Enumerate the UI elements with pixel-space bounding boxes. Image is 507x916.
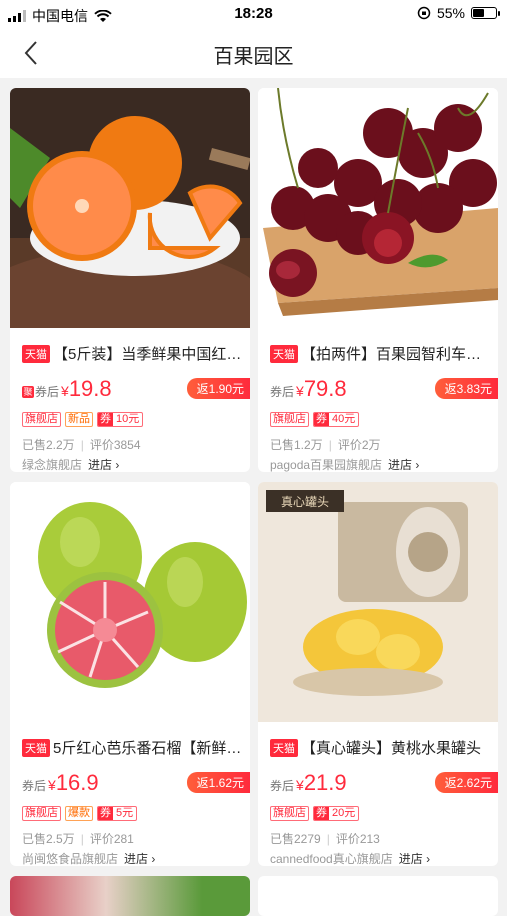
page-title: 百果园区: [213, 46, 294, 68]
brand-logo-text: 真心罐头: [281, 495, 329, 509]
rebate-badge: 返3.83元: [434, 378, 498, 399]
tmall-badge: 天猫: [270, 344, 298, 363]
sales-stats: 已售1.2万 | 评价2万: [270, 438, 381, 452]
tag-hot: 爆款: [65, 806, 93, 821]
tag-flagship: 旗舰店: [270, 412, 309, 427]
product-card[interactable]: 真心罐头 天猫 【真心罐头】黄桃水果罐头 券后 ¥21.9 返2.62元 旗舰店 券…: [258, 482, 498, 866]
product-card[interactable]: 天猫5斤红心芭乐番石榴【新鲜水果】 券后¥16.9 返1.62元 旗舰店 爆款 …: [10, 482, 250, 866]
rotation-lock-icon: [417, 6, 431, 20]
shop-name: cannedfood真心旗舰店: [270, 852, 393, 866]
product-image-partial[interactable]: [10, 876, 250, 916]
battery-percent: 55%: [436, 5, 465, 21]
product-name[interactable]: 天猫 【真心罐头】黄桃水果罐头: [270, 737, 490, 758]
product-image-cherries[interactable]: [258, 88, 498, 328]
product-image-peach-can[interactable]: 真心罐头: [258, 482, 498, 722]
tag-row: 旗舰店 新品 券 10元: [22, 412, 144, 427]
tag-row: 旗舰店 爆款 券 5元: [22, 806, 138, 821]
product-name[interactable]: 天猫【5斤装】当季鲜果中国红心橙子: [22, 343, 242, 364]
coupon-badge: 券 40元: [313, 412, 360, 427]
product-image-guava[interactable]: [10, 482, 250, 722]
shop-row: 尚闽悠食品旗舰店 进店 ›: [22, 850, 155, 866]
tmall-badge: 天猫: [22, 344, 50, 363]
product-image-oranges[interactable]: [10, 88, 250, 328]
price: 19.8: [68, 376, 112, 401]
sales-stats: 已售2279 | 评价213: [270, 832, 380, 846]
rebate-badge: 返1.90元: [186, 378, 250, 399]
tag-flagship: 旗舰店: [22, 412, 61, 427]
battery-icon: [471, 7, 500, 19]
enter-shop-link[interactable]: 进店 ›: [88, 458, 119, 472]
shop-row: cannedfood真心旗舰店 进店 ›: [270, 850, 430, 866]
product-card[interactable]: 天猫 【拍两件】百果园智利车厘子 券后 ¥79.8 返3.83元 旗舰店 券 40元 …: [258, 88, 498, 472]
rebate-badge: 返2.62元: [434, 772, 498, 793]
status-bar: 中国电信 18:28 55%: [0, 0, 507, 28]
product-name[interactable]: 天猫 【拍两件】百果园智利车厘子: [270, 343, 490, 364]
tag-row: 旗舰店 券 20元: [270, 806, 360, 821]
product-name[interactable]: 天猫5斤红心芭乐番石榴【新鲜水果】: [22, 737, 242, 758]
tag-flagship: 旗舰店: [270, 806, 309, 821]
tag-new: 新品: [65, 412, 93, 427]
product-card[interactable]: [258, 876, 498, 916]
sales-stats: 已售2.5万 | 评价281: [22, 832, 134, 846]
price: 16.9: [55, 770, 99, 795]
price-row: 券后 ¥79.8 返3.83元: [270, 376, 498, 401]
shop-name: 绿念旗舰店: [22, 458, 83, 472]
price: 79.8: [303, 376, 347, 401]
juhuasuan-icon: 聚: [22, 386, 34, 398]
product-card[interactable]: 天猫【5斤装】当季鲜果中国红心橙子 聚券后¥19.8 返1.90元 旗舰店 新品…: [10, 88, 250, 472]
product-card[interactable]: [10, 876, 250, 916]
coupon-badge: 券 5元: [97, 806, 138, 821]
shop-name: pagoda百果园旗舰店: [270, 458, 383, 472]
price-row: 聚券后 ¥19.8 返1.90元: [22, 376, 250, 401]
enter-shop-link[interactable]: 进店 ›: [399, 852, 430, 866]
nav-bar: 百果园区: [0, 28, 507, 78]
coupon-badge: 券 20元: [313, 806, 360, 821]
shop-row: 绿念旗舰店 进店 ›: [22, 456, 119, 472]
shop-name: 尚闽悠食品旗舰店: [22, 852, 119, 866]
enter-shop-link[interactable]: 进店 ›: [388, 458, 419, 472]
tmall-badge: 天猫: [22, 738, 50, 757]
price: 21.9: [303, 770, 347, 795]
tag-flagship: 旗舰店: [22, 806, 61, 821]
coupon-badge: 券 10元: [97, 412, 144, 427]
price-row: 券后 ¥21.9 返2.62元: [270, 770, 498, 795]
rebate-badge: 返1.62元: [186, 772, 250, 793]
tmall-badge: 天猫: [270, 738, 298, 757]
tag-row: 旗舰店 券 40元: [270, 412, 360, 427]
price-row: 券后 ¥16.9 返1.62元: [22, 770, 250, 795]
shop-row: pagoda百果园旗舰店 进店 ›: [270, 456, 419, 472]
enter-shop-link[interactable]: 进店 ›: [124, 852, 155, 866]
sales-stats: 已售2.2万 | 评价3854: [22, 438, 141, 452]
